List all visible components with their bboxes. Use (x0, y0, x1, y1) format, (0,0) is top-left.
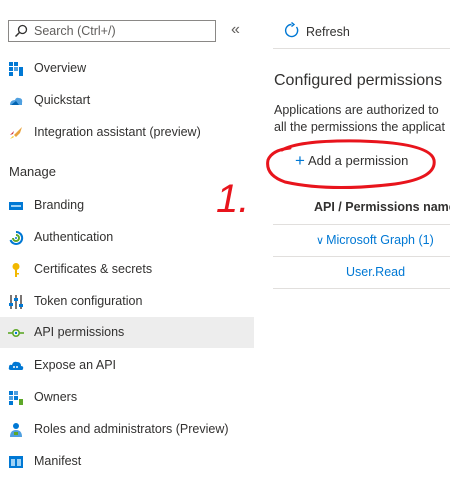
roles-icon (10, 423, 22, 437)
branding-icon (9, 202, 23, 210)
owners-icon (9, 391, 23, 405)
permissions-description: Applications are authorized to all the p… (274, 102, 450, 136)
plus-icon: + (295, 151, 305, 170)
table-divider (273, 288, 450, 289)
nav-item-label: Expose an API (34, 358, 117, 372)
api-group-row[interactable]: ∨ Microsoft Graph (1) (316, 233, 434, 247)
refresh-label: Refresh (306, 25, 350, 39)
nav-item-label: Roles and administrators (Preview) (34, 422, 229, 436)
nav-item-label: Owners (34, 390, 78, 404)
nav-item-token-configuration[interactable]: Token configuration (0, 286, 254, 317)
nav-item-expose-an-api[interactable]: Expose an API (0, 350, 254, 381)
section-heading-manage: Manage (9, 164, 56, 179)
toolbar-divider (273, 48, 450, 49)
nav-item-label: Integration assistant (preview) (34, 125, 201, 139)
nav-item-label: Overview (34, 61, 87, 75)
api-group-label: Microsoft Graph (1) (326, 233, 434, 247)
table-divider (273, 224, 450, 225)
key-icon (12, 263, 20, 277)
description-line-2: all the permissions the applicat (274, 120, 445, 134)
nav-item-label: Quickstart (34, 93, 91, 107)
nav-item-overview[interactable]: Overview (0, 53, 254, 84)
search-input[interactable]: Search (Ctrl+/) (8, 20, 216, 42)
nav-item-roles-administrators[interactable]: Roles and administrators (Preview) (0, 414, 254, 445)
manifest-icon (9, 456, 23, 468)
nav-item-label: Manifest (34, 454, 82, 468)
overview-icon (9, 62, 23, 76)
column-header-api-permissions-name: API / Permissions name (314, 200, 450, 214)
description-line-1: Applications are authorized to (274, 103, 439, 117)
cloud-icon (8, 361, 24, 370)
nav-item-branding[interactable]: Branding (0, 190, 254, 221)
nav-item-quickstart[interactable]: Quickstart (0, 85, 254, 116)
nav-item-api-permissions[interactable]: API permissions (0, 317, 254, 348)
token-config-icon (9, 295, 23, 309)
api-permissions-icon (8, 329, 24, 338)
nav-item-certificates-secrets[interactable]: Certificates & secrets (0, 254, 254, 285)
quickstart-icon (10, 97, 23, 105)
left-nav: Search (Ctrl+/) « Overview Quickstart In… (0, 0, 254, 484)
nav-item-label: API permissions (34, 325, 125, 339)
chevron-down-icon: ∨ (316, 235, 325, 247)
search-placeholder: Search (Ctrl+/) (34, 24, 116, 38)
nav-item-manifest[interactable]: Manifest (0, 446, 254, 477)
refresh-icon (284, 22, 299, 38)
nav-item-label: Certificates & secrets (34, 262, 153, 276)
permission-link[interactable]: User.Read (346, 265, 405, 279)
rocket-icon (10, 127, 22, 139)
nav-item-owners[interactable]: Owners (0, 382, 254, 413)
nav-item-label: Token configuration (34, 294, 143, 308)
table-divider (273, 256, 450, 257)
nav-item-label: Branding (34, 198, 85, 212)
nav-item-authentication[interactable]: Authentication (0, 222, 254, 253)
search-icon (14, 24, 28, 38)
collapse-nav-button[interactable]: « (231, 22, 240, 38)
page-heading: Configured permissions (274, 72, 443, 89)
add-permission-button[interactable]: + Add a permission (295, 150, 408, 170)
nav-item-integration-assistant[interactable]: Integration assistant (preview) (0, 117, 254, 148)
authentication-icon (9, 230, 24, 245)
nav-item-label: Authentication (34, 230, 114, 244)
add-permission-label: Add a permission (307, 153, 409, 168)
